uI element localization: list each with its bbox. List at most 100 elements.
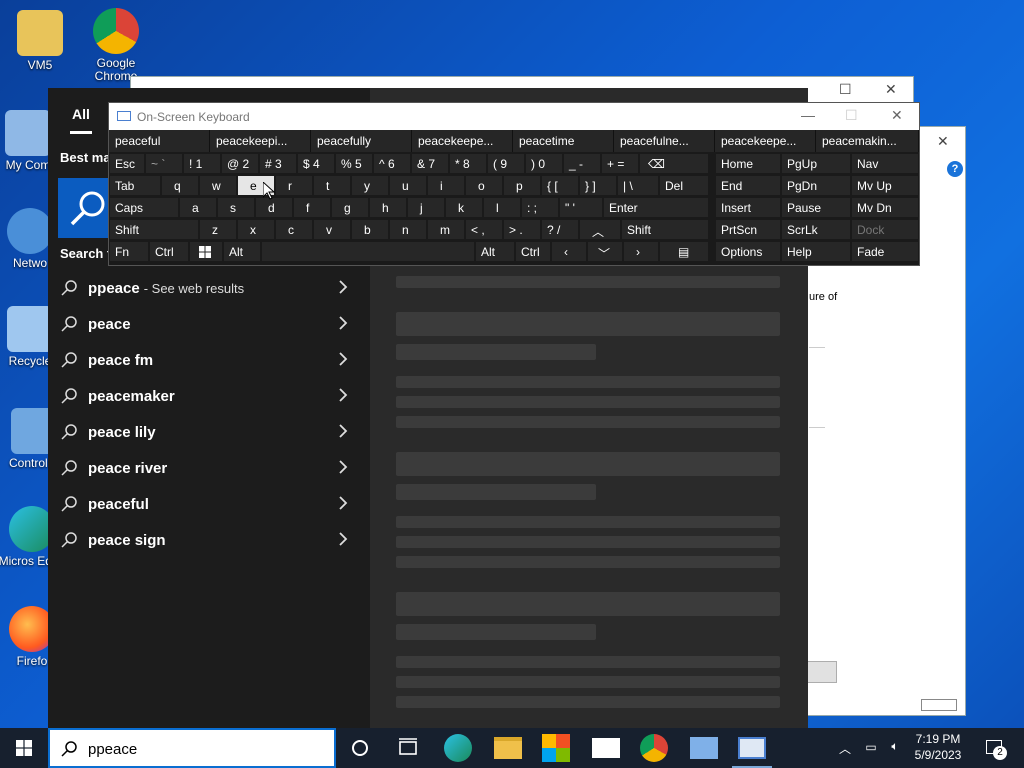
key-q[interactable]: q <box>161 175 199 196</box>
key-caps[interactable]: Caps <box>109 197 179 218</box>
chevron-right-icon[interactable] <box>338 316 348 330</box>
key-nav[interactable]: Nav <box>851 153 919 174</box>
key-minus[interactable]: _ - <box>563 153 601 174</box>
key-help[interactable]: Help <box>781 241 851 262</box>
key-scrlk[interactable]: ScrLk <box>781 219 851 240</box>
key-windows[interactable] <box>189 241 223 262</box>
suggestion-item-peaceful[interactable]: peaceful <box>48 486 370 522</box>
key-5[interactable]: % 5 <box>335 153 373 174</box>
close-icon[interactable]: ✕ <box>937 133 949 150</box>
key-pgup[interactable]: PgUp <box>781 153 851 174</box>
suggestion-item-peace-sign[interactable]: peace sign <box>48 522 370 558</box>
key-backslash[interactable]: | \ <box>617 175 659 196</box>
key-i[interactable]: i <box>427 175 465 196</box>
minimize-icon[interactable]: — <box>801 107 815 123</box>
suggestion-item-peacemaker[interactable]: peacemaker <box>48 378 370 414</box>
close-icon[interactable]: ✕ <box>885 81 897 98</box>
prediction-item[interactable]: peaceful <box>109 130 210 152</box>
key-tab[interactable]: Tab <box>109 175 161 196</box>
key-equals[interactable]: + = <box>601 153 639 174</box>
prediction-item[interactable]: peacemakin... <box>816 130 919 152</box>
start-button[interactable] <box>0 728 48 768</box>
tab-all[interactable]: All <box>70 106 92 134</box>
key-r[interactable]: r <box>275 175 313 196</box>
key-left-arrow[interactable]: ‹ <box>551 241 587 262</box>
key-s[interactable]: s <box>217 197 255 218</box>
key-left-shift[interactable]: Shift <box>109 219 199 240</box>
suggestion-item-peace-fm[interactable]: peace fm <box>48 342 370 378</box>
key-k[interactable]: k <box>445 197 483 218</box>
key-quote[interactable]: " ' <box>559 197 603 218</box>
prediction-item[interactable]: peacekeepe... <box>715 130 816 152</box>
edge-icon[interactable] <box>444 734 472 762</box>
chevron-right-icon[interactable] <box>338 460 348 474</box>
chevron-right-icon[interactable] <box>338 388 348 402</box>
prediction-item[interactable]: peacefully <box>311 130 412 152</box>
key-right-bracket[interactable]: } ] <box>579 175 617 196</box>
on-screen-keyboard-icon[interactable] <box>738 737 766 759</box>
key-pgdn[interactable]: PgDn <box>781 175 851 196</box>
key-right-ctrl[interactable]: Ctrl <box>515 241 551 262</box>
taskbar-search-box[interactable] <box>48 728 336 768</box>
key-c[interactable]: c <box>275 219 313 240</box>
prediction-item[interactable]: peacekeepe... <box>412 130 513 152</box>
key-tilde[interactable]: ~ ` <box>145 153 183 174</box>
suggestion-item-peace[interactable]: peace <box>48 306 370 342</box>
chevron-right-icon[interactable] <box>338 280 348 294</box>
osk-title-bar[interactable]: On-Screen Keyboard — ☐ ✕ <box>109 103 919 130</box>
key-down-arrow[interactable]: ﹀ <box>587 241 623 262</box>
volume-icon[interactable]: 🔈︎ <box>886 739 904 768</box>
desktop-icon-vm5[interactable]: VM5 <box>2 10 78 72</box>
key-p[interactable]: p <box>503 175 541 196</box>
microsoft-store-icon[interactable] <box>542 734 570 762</box>
desktop-icon-chrome[interactable]: Google Chrome <box>78 8 154 83</box>
key-a[interactable]: a <box>179 197 217 218</box>
key-semicolon[interactable]: : ; <box>521 197 559 218</box>
key-0[interactable]: ) 0 <box>525 153 563 174</box>
key-l[interactable]: l <box>483 197 521 218</box>
close-icon[interactable]: ✕ <box>891 107 903 124</box>
key-g[interactable]: g <box>331 197 369 218</box>
key-right-alt[interactable]: Alt <box>475 241 515 262</box>
chevron-right-icon[interactable] <box>338 424 348 438</box>
key-v[interactable]: v <box>313 219 351 240</box>
key-right-arrow[interactable]: › <box>623 241 659 262</box>
key-y[interactable]: y <box>351 175 389 196</box>
key-4[interactable]: $ 4 <box>297 153 335 174</box>
suggestion-item-ppeace[interactable]: ppeace - See web results <box>48 270 370 306</box>
key-comma[interactable]: < , <box>465 219 503 240</box>
key-9[interactable]: ( 9 <box>487 153 525 174</box>
key-w[interactable]: w <box>199 175 237 196</box>
key-del[interactable]: Del <box>659 175 709 196</box>
key-enter[interactable]: Enter <box>603 197 709 218</box>
control-panel-icon[interactable] <box>690 737 718 759</box>
mail-icon[interactable] <box>592 738 620 758</box>
key-h[interactable]: h <box>369 197 407 218</box>
prediction-item[interactable]: peacetime <box>513 130 614 152</box>
key-backspace[interactable]: ⌫ <box>639 153 709 174</box>
search-input[interactable] <box>88 738 318 760</box>
maximize-icon[interactable]: ☐ <box>839 81 852 98</box>
chrome-icon[interactable] <box>640 734 668 762</box>
suggestion-item-peace-lily[interactable]: peace lily <box>48 414 370 450</box>
key-mv-up[interactable]: Mv Up <box>851 175 919 196</box>
chevron-right-icon[interactable] <box>338 532 348 546</box>
key-j[interactable]: j <box>407 197 445 218</box>
key-mv-dn[interactable]: Mv Dn <box>851 197 919 218</box>
chevron-right-icon[interactable] <box>338 496 348 510</box>
key-fade[interactable]: Fade <box>851 241 919 262</box>
prediction-item[interactable]: peacekeepi... <box>210 130 311 152</box>
network-icon[interactable]: ▭ <box>862 740 880 768</box>
key-f[interactable]: f <box>293 197 331 218</box>
help-icon[interactable]: ? <box>947 161 963 177</box>
key-8[interactable]: * 8 <box>449 153 487 174</box>
key-7[interactable]: & 7 <box>411 153 449 174</box>
dialog-button[interactable] <box>807 661 837 683</box>
key-esc[interactable]: Esc <box>109 153 145 174</box>
key-x[interactable]: x <box>237 219 275 240</box>
key-m[interactable]: m <box>427 219 465 240</box>
key-space[interactable] <box>261 241 475 262</box>
notification-center-button[interactable]: 2 <box>980 728 1010 768</box>
prediction-item[interactable]: peacefulne... <box>614 130 715 152</box>
cortana-icon[interactable] <box>346 734 374 762</box>
